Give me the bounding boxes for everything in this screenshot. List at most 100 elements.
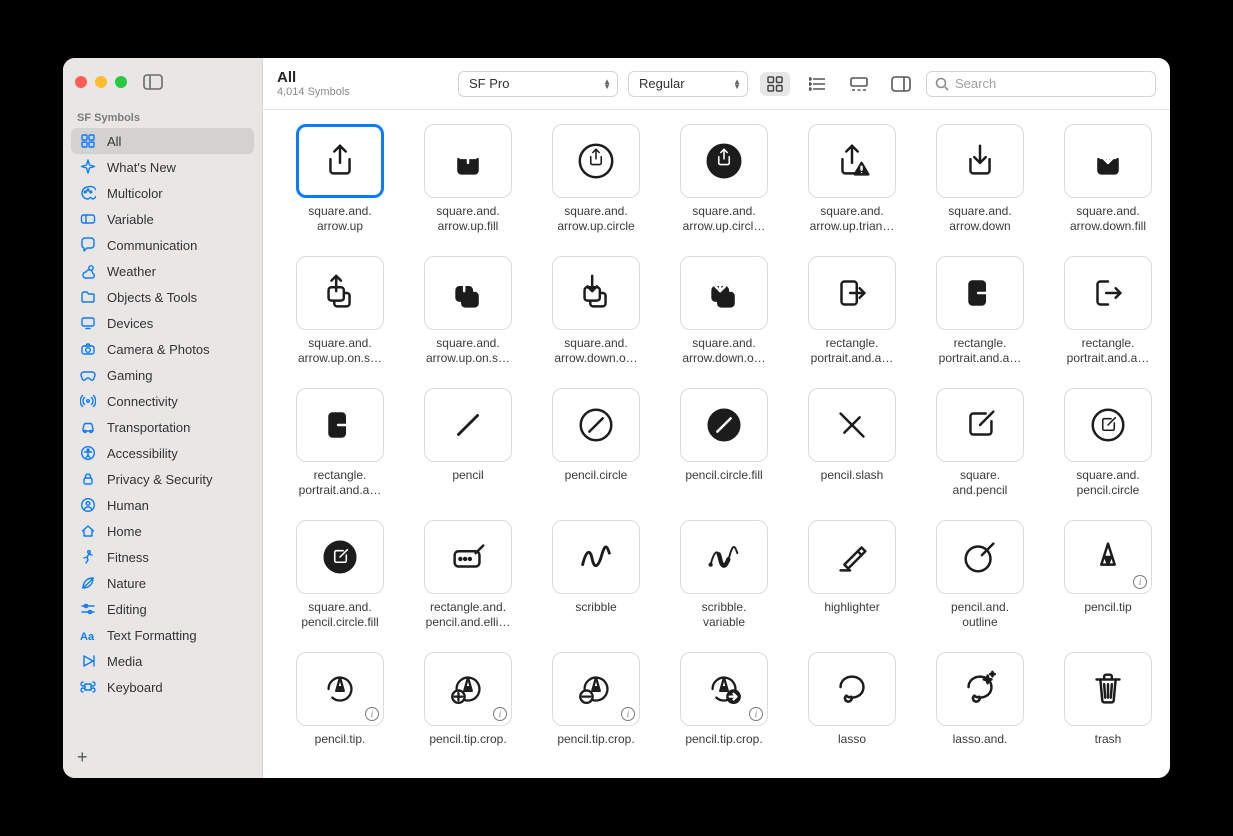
gallery-view-button[interactable] xyxy=(844,72,874,96)
sidebar-item-multicolor[interactable]: Multicolor xyxy=(71,180,254,206)
font-select[interactable]: SF Pro ▲▼ xyxy=(458,71,618,97)
symbol-tile xyxy=(424,388,512,462)
symbol-cell[interactable]: square.and.arrow.up.on.s… xyxy=(285,256,395,366)
symbol-cell[interactable]: rectangle.portrait.and.a… xyxy=(797,256,907,366)
symbol-cell[interactable]: square.and.arrow.up.trian… xyxy=(797,124,907,234)
search-field[interactable] xyxy=(926,71,1156,97)
symbol-label: highlighter xyxy=(824,600,879,615)
sidebar-item-fitness[interactable]: Fitness xyxy=(71,544,254,570)
search-input[interactable] xyxy=(955,76,1147,91)
list-view-button[interactable] xyxy=(802,72,832,96)
symbol-cell[interactable]: pencil.slash xyxy=(797,388,907,498)
symbol-label: pencil.tip.crop. xyxy=(557,732,634,747)
sidebar-item-accessibility[interactable]: Accessibility xyxy=(71,440,254,466)
slider-horizontal-icon xyxy=(79,601,97,617)
symbol-cell[interactable]: square.and.pencil.circle.fill xyxy=(285,520,395,630)
symbol-cell[interactable]: square.and.arrow.down.o… xyxy=(541,256,651,366)
sidebar-item-human[interactable]: Human xyxy=(71,492,254,518)
toggle-sidebar-button[interactable] xyxy=(143,74,163,90)
sidebar-item-what-s-new[interactable]: What's New xyxy=(71,154,254,180)
sidebar-item-variable[interactable]: Variable xyxy=(71,206,254,232)
symbol-label: pencil xyxy=(452,468,483,483)
symbol-cell[interactable]: square.and.pencil xyxy=(925,388,1035,498)
symbol-cell[interactable]: lasso.and. xyxy=(925,652,1035,747)
main-panel: All 4,014 Symbols SF Pro ▲▼ Regular ▲▼ xyxy=(263,58,1170,778)
pencil.tip-icon xyxy=(1087,536,1129,578)
sidebar-item-objects-tools[interactable]: Objects & Tools xyxy=(71,284,254,310)
symbol-cell[interactable]: rectangle.portrait.and.a… xyxy=(285,388,395,498)
sidebar-item-label: Keyboard xyxy=(107,680,163,695)
minimize-window-button[interactable] xyxy=(95,76,107,88)
symbol-cell[interactable]: pencil.circle xyxy=(541,388,651,498)
sidebar-item-all[interactable]: All xyxy=(71,128,254,154)
sidebar-item-home[interactable]: Home xyxy=(71,518,254,544)
scribble-icon xyxy=(575,536,617,578)
symbol-cell[interactable]: rectangle.and.pencil.and.elli… xyxy=(413,520,523,630)
square.and.pencil-icon xyxy=(959,404,1001,446)
symbol-cell[interactable]: i pencil.tip xyxy=(1053,520,1163,630)
symbol-label: square.and.arrow.up xyxy=(308,204,371,234)
symbol-grid: square.and.arrow.up square.and.arrow.up.… xyxy=(285,124,1170,747)
add-collection-button[interactable]: + xyxy=(73,743,92,772)
symbol-tile xyxy=(296,520,384,594)
symbol-cell[interactable]: pencil.circle.fill xyxy=(669,388,779,498)
sidebar-item-privacy-security[interactable]: Privacy & Security xyxy=(71,466,254,492)
sidebar-item-media[interactable]: Media xyxy=(71,648,254,674)
sidebar-item-connectivity[interactable]: Connectivity xyxy=(71,388,254,414)
zoom-window-button[interactable] xyxy=(115,76,127,88)
symbol-grid-scroll[interactable]: square.and.arrow.up square.and.arrow.up.… xyxy=(263,110,1170,778)
symbol-cell[interactable]: square.and.arrow.down.fill xyxy=(1053,124,1163,234)
symbol-label: rectangle.portrait.and.a… xyxy=(299,468,382,498)
sidebar-item-label: All xyxy=(107,134,121,149)
symbol-cell[interactable]: square.and.arrow.up.circle xyxy=(541,124,651,234)
grid-view-button[interactable] xyxy=(760,72,790,96)
lasso-icon xyxy=(831,668,873,710)
sidebar-item-gaming[interactable]: Gaming xyxy=(71,362,254,388)
symbol-tile xyxy=(936,520,1024,594)
symbol-cell[interactable]: trash xyxy=(1053,652,1163,747)
symbol-cell[interactable]: square.and.arrow.up.fill xyxy=(413,124,523,234)
symbol-cell[interactable]: rectangle.portrait.and.a… xyxy=(1053,256,1163,366)
sidebar-item-label: Gaming xyxy=(107,368,153,383)
sidebar-item-transportation[interactable]: Transportation xyxy=(71,414,254,440)
symbol-label: square.and.arrow.down.o… xyxy=(682,336,765,366)
weight-select[interactable]: Regular ▲▼ xyxy=(628,71,748,97)
symbol-cell[interactable]: scribble xyxy=(541,520,651,630)
symbol-cell[interactable]: i pencil.tip.crop. xyxy=(669,652,779,747)
sidebar-item-camera-photos[interactable]: Camera & Photos xyxy=(71,336,254,362)
symbol-cell[interactable]: i pencil.tip. xyxy=(285,652,395,747)
sidebar-item-text-formatting[interactable]: Text Formatting xyxy=(71,622,254,648)
symbol-cell[interactable]: square.and.pencil.circle xyxy=(1053,388,1163,498)
page-subtitle: 4,014 Symbols xyxy=(277,86,367,98)
toggle-inspector-button[interactable] xyxy=(886,72,916,96)
symbol-tile xyxy=(552,388,640,462)
pencil.tip.crop.circle.badge.minus-icon xyxy=(575,668,617,710)
symbol-cell[interactable]: highlighter xyxy=(797,520,907,630)
sidebar-item-weather[interactable]: Weather xyxy=(71,258,254,284)
rectangle.portrait.and.arrow.right-icon xyxy=(831,272,873,314)
symbol-cell[interactable]: rectangle.portrait.and.a… xyxy=(925,256,1035,366)
house-icon xyxy=(79,523,97,539)
symbol-cell[interactable]: scribble.variable xyxy=(669,520,779,630)
sidebar-item-nature[interactable]: Nature xyxy=(71,570,254,596)
symbol-cell[interactable]: square.and.arrow.up xyxy=(285,124,395,234)
symbol-cell[interactable]: square.and.arrow.down.o… xyxy=(669,256,779,366)
symbol-tile xyxy=(680,388,768,462)
sidebar-item-communication[interactable]: Communication xyxy=(71,232,254,258)
symbol-cell[interactable]: i pencil.tip.crop. xyxy=(541,652,651,747)
symbol-cell[interactable]: square.and.arrow.up.on.s… xyxy=(413,256,523,366)
page-title: All xyxy=(277,69,367,86)
sidebar-item-devices[interactable]: Devices xyxy=(71,310,254,336)
pencil.tip.crop.circle.badge.arrow.forward-icon xyxy=(703,668,745,710)
symbol-cell[interactable]: i pencil.tip.crop. xyxy=(413,652,523,747)
symbol-cell[interactable]: pencil.and.outline xyxy=(925,520,1035,630)
symbol-tile xyxy=(680,520,768,594)
chevron-updown-icon: ▲▼ xyxy=(603,79,611,89)
symbol-cell[interactable]: square.and.arrow.up.circl… xyxy=(669,124,779,234)
symbol-cell[interactable]: lasso xyxy=(797,652,907,747)
symbol-cell[interactable]: pencil xyxy=(413,388,523,498)
sidebar-item-editing[interactable]: Editing xyxy=(71,596,254,622)
close-window-button[interactable] xyxy=(75,76,87,88)
sidebar-item-keyboard[interactable]: Keyboard xyxy=(71,674,254,700)
symbol-cell[interactable]: square.and.arrow.down xyxy=(925,124,1035,234)
